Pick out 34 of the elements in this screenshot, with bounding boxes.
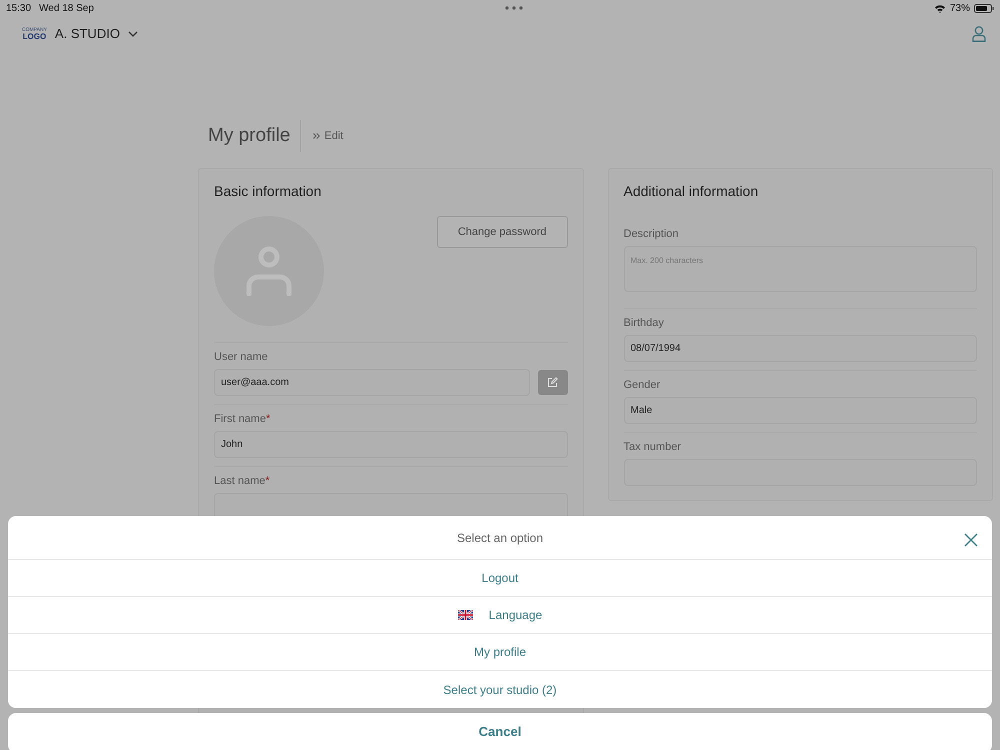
status-time: 15:30 bbox=[6, 2, 32, 16]
field-label: Birthday bbox=[624, 316, 665, 330]
text-area[interactable]: Max. 200 characters bbox=[624, 246, 977, 292]
field-label: User name bbox=[214, 350, 269, 364]
flag-icon bbox=[458, 610, 473, 620]
input-field[interactable]: John bbox=[214, 430, 568, 458]
breadcrumb-link[interactable]: Edit bbox=[324, 128, 344, 144]
input-field[interactable]: Male bbox=[624, 396, 977, 424]
status-date: Wed 18 Sep bbox=[39, 2, 94, 16]
double-chevron-icon bbox=[313, 133, 320, 139]
change-password-button[interactable]: Change password bbox=[436, 216, 568, 248]
field-label: Last name* bbox=[214, 474, 271, 488]
cancel-button[interactable]: Cancel bbox=[8, 713, 992, 750]
pencil-icon bbox=[547, 376, 558, 388]
page-title: My profile bbox=[198, 120, 302, 152]
field-label: Tax number bbox=[624, 440, 682, 454]
edit-button[interactable] bbox=[538, 370, 568, 395]
field-label: First name* bbox=[214, 412, 272, 426]
studio-name[interactable]: A. STUDIO bbox=[54, 24, 120, 44]
logo-text: LOGO bbox=[22, 32, 47, 40]
close-icon bbox=[964, 532, 978, 547]
battery-percent: 73% bbox=[950, 2, 970, 16]
input-field[interactable]: 08/07/1994 bbox=[624, 334, 977, 362]
more-dots-icon bbox=[504, 6, 523, 10]
battery-icon bbox=[974, 4, 994, 12]
card-title: Basic information bbox=[214, 183, 322, 200]
wifi-icon bbox=[934, 4, 946, 12]
field-label: Gender bbox=[624, 378, 662, 392]
input-field[interactable]: user@aaa.com bbox=[214, 368, 530, 396]
sheet-title: Select an option bbox=[456, 530, 544, 546]
user-icon[interactable] bbox=[972, 26, 986, 42]
field-label: Description bbox=[624, 228, 680, 241]
card-title: Additional information bbox=[624, 183, 760, 200]
chevron-down-icon[interactable] bbox=[128, 31, 138, 37]
